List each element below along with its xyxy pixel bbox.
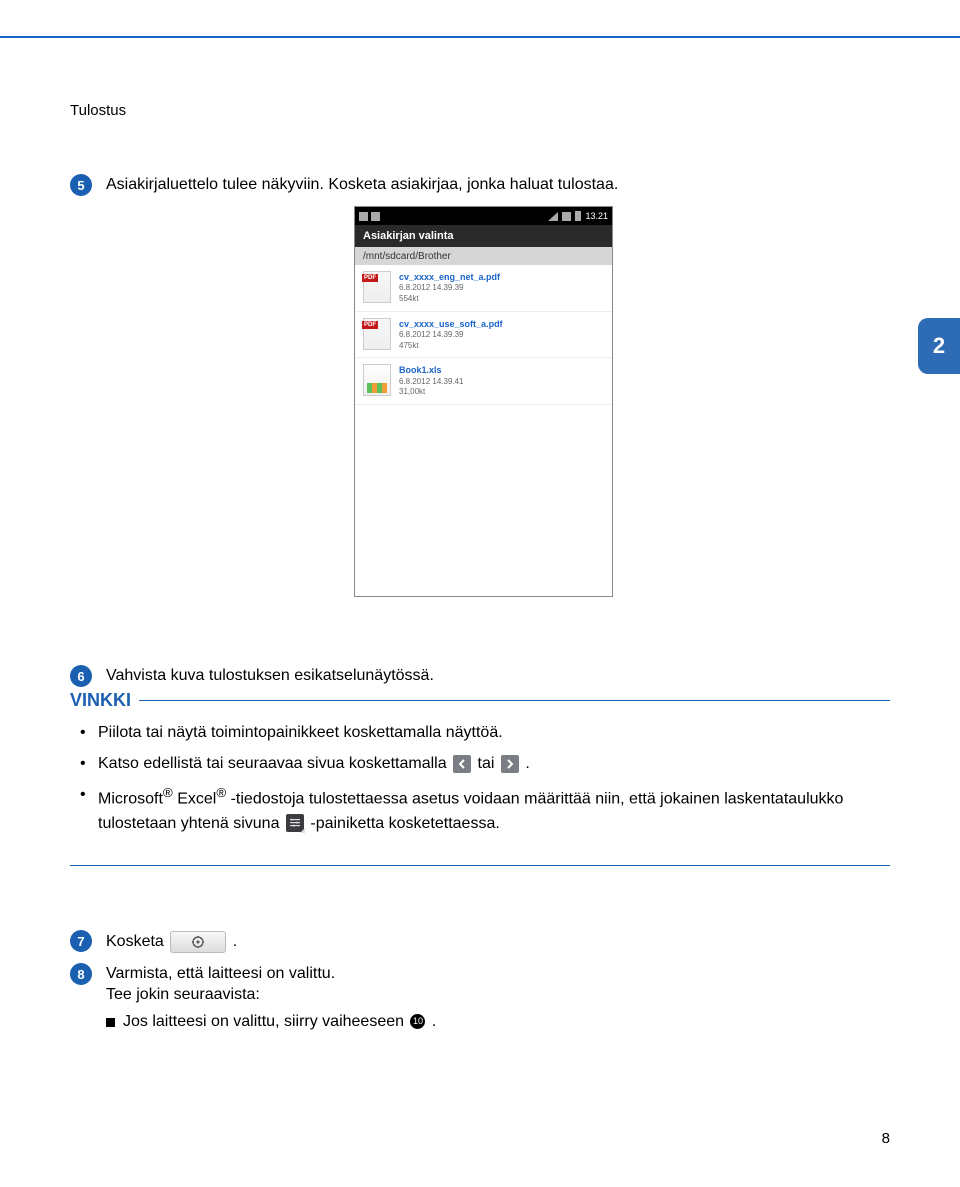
file-row[interactable]: Book1.xls6.8.2012 14.39.4131,00kt	[355, 358, 612, 405]
hint-3-a: Microsoft	[98, 790, 163, 807]
step-badge-7: 7	[70, 930, 92, 952]
hint-bottom-rule	[70, 865, 890, 866]
step-7-a: Kosketa	[106, 933, 168, 950]
battery-icon	[575, 211, 581, 221]
hint-box: VINKKI Piilota tai näytä toimintopainikk…	[70, 690, 890, 866]
hint-2-part-b: .	[525, 755, 529, 772]
file-meta: cv_xxxx_eng_net_a.pdf6.8.2012 14.39.3955…	[399, 271, 500, 305]
screenshot-title: Asiakirjan valinta	[355, 225, 612, 247]
reg-mark-2: ®	[216, 785, 226, 800]
xls-file-icon	[363, 364, 391, 396]
status-icon	[359, 212, 368, 221]
status-bar: 13.21	[355, 207, 612, 225]
file-row[interactable]: cv_xxxx_use_soft_a.pdf6.8.2012 14.39.394…	[355, 312, 612, 359]
hint-2-part-mid: tai	[478, 755, 499, 772]
file-size: 31,00kt	[399, 387, 464, 398]
hint-3-d: -painiketta kosketettaessa.	[310, 815, 499, 832]
chevron-right-icon[interactable]	[501, 755, 519, 773]
file-date: 6.8.2012 14.39.41	[399, 377, 464, 388]
status-icon	[371, 212, 380, 221]
screenshot-path: /mnt/sdcard/Brother	[355, 247, 612, 265]
section-title: Tulostus	[70, 102, 126, 119]
file-name: cv_xxxx_eng_net_a.pdf	[399, 271, 500, 283]
step-5: 5 Asiakirjaluettelo tulee näkyviin. Kosk…	[70, 174, 618, 196]
file-date: 6.8.2012 14.39.39	[399, 330, 503, 341]
step-8-sub1-a: Jos laitteesi on valittu, siirry vaihees…	[123, 1013, 408, 1030]
hint-top-rule	[139, 700, 890, 701]
step-6: 6 Vahvista kuva tulostuksen esikatselunä…	[70, 665, 434, 687]
step-7-b: .	[233, 933, 237, 950]
step-6-text: Vahvista kuva tulostuksen esikatselunäyt…	[106, 665, 434, 687]
file-row[interactable]: cv_xxxx_eng_net_a.pdf6.8.2012 14.39.3955…	[355, 265, 612, 312]
step-badge-5: 5	[70, 174, 92, 196]
hint-label: VINKKI	[70, 690, 131, 711]
step-8-text: Varmista, että laitteesi on valittu. Tee…	[106, 963, 436, 1032]
signal-bars-icon	[562, 212, 571, 221]
file-name: cv_xxxx_use_soft_a.pdf	[399, 318, 503, 330]
step-7-text: Kosketa .	[106, 930, 237, 953]
chapter-tab: 2	[918, 318, 960, 374]
reg-mark-1: ®	[163, 785, 173, 800]
step-ref-10: 10	[410, 1014, 425, 1029]
hint-item-2: Katso edellistä tai seuraavaa sivua kosk…	[98, 752, 872, 777]
hint-2-part-a: Katso edellistä tai seuraavaa sivua kosk…	[98, 755, 451, 772]
square-bullet-icon	[106, 1018, 115, 1027]
settings-panel-icon[interactable]	[286, 814, 304, 832]
android-screenshot: 13.21 Asiakirjan valinta /mnt/sdcard/Bro…	[354, 206, 613, 597]
pdf-file-icon	[363, 318, 391, 350]
file-size: 554kt	[399, 294, 500, 305]
step-5-text: Asiakirjaluettelo tulee näkyviin. Kosket…	[106, 174, 618, 196]
pdf-file-icon	[363, 271, 391, 303]
signal-icon	[548, 212, 558, 221]
chevron-left-icon[interactable]	[453, 755, 471, 773]
hint-item-1: Piilota tai näytä toimintopainikkeet kos…	[98, 721, 872, 746]
step-8: 8 Varmista, että laitteesi on valittu. T…	[70, 963, 436, 1032]
step-7: 7 Kosketa .	[70, 930, 237, 953]
step-badge-6: 6	[70, 665, 92, 687]
file-meta: Book1.xls6.8.2012 14.39.4131,00kt	[399, 364, 464, 398]
step-8-line2: Tee jokin seuraavista:	[106, 985, 436, 1006]
print-settings-button[interactable]	[170, 931, 226, 953]
file-date: 6.8.2012 14.39.39	[399, 283, 500, 294]
file-meta: cv_xxxx_use_soft_a.pdf6.8.2012 14.39.394…	[399, 318, 503, 352]
file-name: Book1.xls	[399, 364, 464, 376]
file-size: 475kt	[399, 341, 503, 352]
page-number: 8	[882, 1130, 890, 1147]
hint-item-3: Microsoft® Excel® -tiedostoja tulostetta…	[98, 783, 872, 837]
step-badge-8: 8	[70, 963, 92, 985]
step-8-sub1-b: .	[432, 1013, 436, 1030]
step-8-line1: Varmista, että laitteesi on valittu.	[106, 964, 436, 985]
step-8-sub1: Jos laitteesi on valittu, siirry vaihees…	[106, 1012, 436, 1033]
hint-3-b: Excel	[177, 790, 216, 807]
top-rule	[0, 36, 960, 38]
status-time: 13.21	[585, 211, 608, 221]
